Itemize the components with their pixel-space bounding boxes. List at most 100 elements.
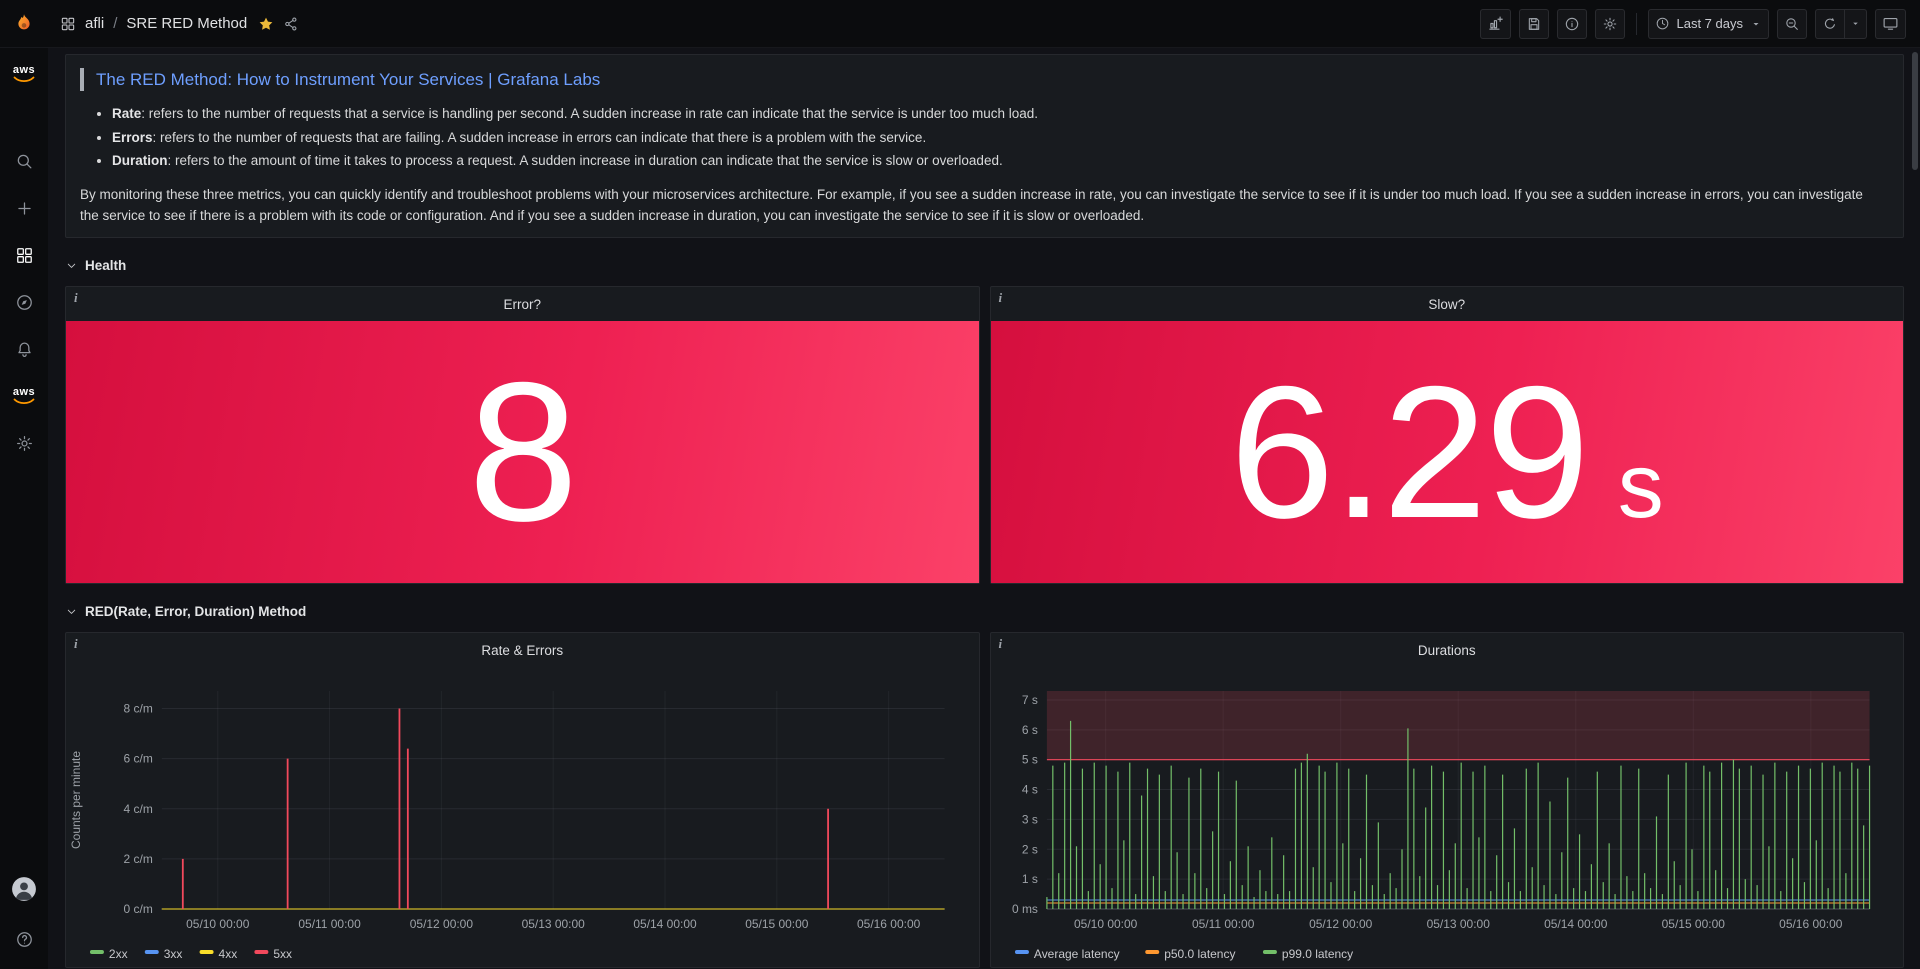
svg-text:05/11 00:00: 05/11 00:00 [298, 917, 361, 931]
svg-text:2 c/m: 2 c/m [124, 852, 153, 866]
add-panel-button[interactable] [1480, 9, 1511, 39]
svg-text:p50.0 latency: p50.0 latency [1164, 947, 1235, 961]
svg-text:4 c/m: 4 c/m [124, 802, 153, 816]
panel-header: i Durations [991, 633, 1904, 667]
bullet-term: Rate [112, 106, 141, 121]
section-title: Health [85, 258, 126, 273]
add-panel-icon [1487, 15, 1504, 32]
section-title: RED(Rate, Error, Duration) Method [85, 604, 306, 619]
refresh-icon [1822, 16, 1838, 32]
top-navigation-bar: afli / SRE RED Method Last 7 days [0, 0, 1920, 48]
time-range-picker[interactable]: Last 7 days [1648, 9, 1770, 39]
svg-text:0 c/m: 0 c/m [124, 902, 153, 916]
dashboard-insights-button[interactable] [1557, 9, 1587, 39]
scrollbar[interactable] [1912, 52, 1918, 170]
stat-unit: s [1618, 440, 1664, 532]
svg-text:6 c/m: 6 c/m [124, 752, 153, 766]
blockquote-bar [80, 68, 84, 91]
panel-info-icon[interactable]: i [74, 636, 78, 652]
svg-text:p99.0 latency: p99.0 latency [1281, 947, 1352, 961]
panel-title[interactable]: Durations [1418, 643, 1476, 658]
sidebar-item-profile[interactable] [6, 871, 42, 907]
refresh-button[interactable] [1815, 9, 1845, 39]
bullet-term: Errors [112, 130, 153, 145]
doc-bullet-rate: Rate: refers to the number of requests t… [112, 104, 1885, 124]
svg-text:05/10 00:00: 05/10 00:00 [1074, 917, 1138, 931]
sidebar-item-explore[interactable] [6, 284, 42, 320]
save-dashboard-button[interactable] [1519, 9, 1549, 39]
svg-text:05/16 00:00: 05/16 00:00 [857, 917, 921, 931]
bell-icon [15, 340, 34, 359]
svg-text:05/14 00:00: 05/14 00:00 [633, 917, 697, 931]
red-panel-row: i Rate & Errors 0 c/m 2 c/m 4 c/m 6 c/m 8 c/… [65, 632, 1904, 968]
chart-panel-durations: i Durations 0 ms1 s2 s3 s4 s5 s6 s7 s05/… [990, 632, 1905, 968]
stat-value-area: 8 [66, 321, 979, 583]
svg-text:4xx: 4xx [219, 947, 238, 961]
section-header-red-method[interactable]: RED(Rate, Error, Duration) Method [65, 598, 1904, 624]
sidebar-item-configuration[interactable] [6, 425, 42, 461]
gear-icon [1602, 16, 1618, 32]
chevron-down-icon [65, 259, 78, 272]
caret-down-icon [1850, 18, 1861, 29]
sidebar-item-aws-plugin[interactable]: aws [6, 378, 42, 414]
panel-info-icon[interactable]: i [74, 290, 78, 306]
svg-text:3xx: 3xx [164, 947, 183, 961]
stat-panel-error: i Error? 8 [65, 286, 980, 584]
svg-text:05/13 00:00: 05/13 00:00 [522, 917, 586, 931]
timeseries-plot-rate-errors[interactable]: 0 c/m2 c/m4 c/m6 c/m8 c/m05/10 00:0005/1… [66, 667, 979, 967]
grafana-logo[interactable] [0, 12, 48, 36]
sidebar-item-help[interactable] [6, 921, 42, 957]
svg-text:Average latency: Average latency [1033, 947, 1119, 961]
left-sidebar: aws aws [0, 48, 48, 969]
doc-bullet-errors: Errors: refers to the number of requests… [112, 128, 1885, 148]
panel-header: i Rate & Errors [66, 633, 979, 667]
doc-paragraph: By monitoring these three metrics, you c… [80, 185, 1885, 227]
panel-title[interactable]: Rate & Errors [481, 643, 563, 658]
gear-icon [15, 434, 34, 453]
panel-info-icon[interactable]: i [999, 290, 1003, 306]
favorite-star-icon[interactable] [258, 16, 274, 32]
time-range-label: Last 7 days [1677, 16, 1744, 31]
dashboard-settings-button[interactable] [1595, 9, 1625, 39]
svg-text:2 s: 2 s [1021, 842, 1037, 856]
zoom-out-time-button[interactable] [1777, 9, 1807, 39]
sidebar-item-alerting[interactable] [6, 331, 42, 367]
apps-grid-icon[interactable] [60, 16, 76, 32]
sidebar-item-create[interactable] [6, 190, 42, 226]
svg-text:5 s: 5 s [1021, 753, 1037, 767]
tv-mode-button[interactable] [1875, 9, 1906, 39]
toolbar-divider [1636, 13, 1637, 35]
refresh-button-group [1815, 9, 1867, 39]
sidebar-item-search[interactable] [6, 143, 42, 179]
sidebar-item-dashboards[interactable] [6, 237, 42, 273]
monitor-icon [1882, 15, 1899, 32]
svg-text:05/14 00:00: 05/14 00:00 [1544, 917, 1608, 931]
chart-panel-rate-errors: i Rate & Errors 0 c/m 2 c/m 4 c/m 6 c/m 8 c/… [65, 632, 980, 968]
zoom-out-icon [1784, 16, 1800, 32]
bullet-term: Duration [112, 153, 168, 168]
caret-down-icon [1750, 18, 1762, 30]
share-icon[interactable] [283, 16, 299, 32]
dashboard-canvas: The RED Method: How to Instrument Your S… [48, 48, 1920, 969]
panel-title[interactable]: Slow? [1428, 297, 1465, 312]
user-avatar [11, 876, 37, 902]
compass-icon [15, 293, 34, 312]
refresh-interval-button[interactable] [1845, 9, 1867, 39]
svg-text:8 c/m: 8 c/m [124, 702, 153, 716]
svg-text:0 ms: 0 ms [1011, 902, 1037, 916]
panel-info-icon[interactable]: i [999, 636, 1003, 652]
panel-title[interactable]: Error? [503, 297, 541, 312]
stat-value: 6.29 [1230, 358, 1588, 546]
sidebar-item-aws[interactable]: aws [6, 56, 42, 92]
bullet-text: : refers to the number of requests that … [153, 130, 927, 145]
svg-text:05/13 00:00: 05/13 00:00 [1426, 917, 1490, 931]
section-header-health[interactable]: Health [65, 252, 1904, 278]
red-method-article-link[interactable]: The RED Method: How to Instrument Your S… [96, 70, 600, 90]
sidebar-bottom [6, 871, 42, 969]
doc-bullet-duration: Duration: refers to the amount of time i… [112, 151, 1885, 171]
svg-text:05/15 00:00: 05/15 00:00 [1661, 917, 1725, 931]
svg-text:05/16 00:00: 05/16 00:00 [1779, 917, 1843, 931]
svg-text:3 s: 3 s [1021, 812, 1037, 826]
breadcrumb-app-link[interactable]: afli [85, 15, 104, 32]
timeseries-plot-durations[interactable]: 0 ms1 s2 s3 s4 s5 s6 s7 s05/10 00:0005/1… [991, 667, 1904, 967]
